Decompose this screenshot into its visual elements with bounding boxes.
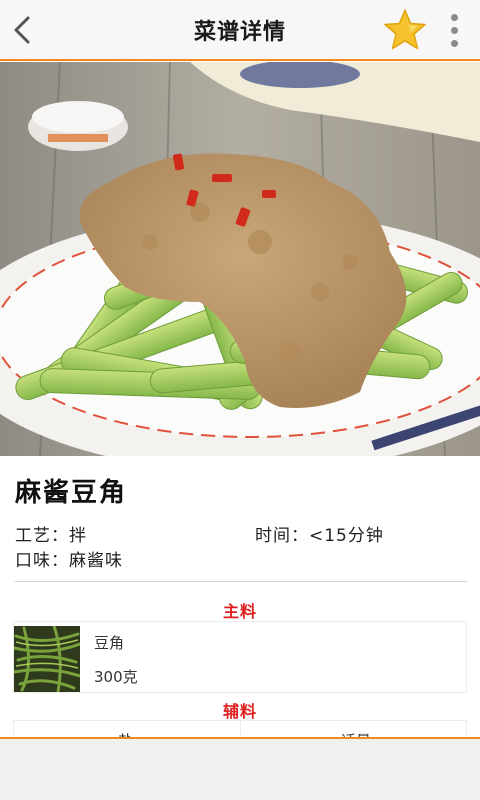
favorite-button[interactable] <box>383 8 427 52</box>
star-icon <box>384 9 426 50</box>
more-vertical-icon <box>451 27 458 34</box>
recipe-photo <box>0 62 480 456</box>
ingredient-thumbnail <box>12 624 82 694</box>
top-app-bar: 菜谱详情 <box>0 0 480 61</box>
divider <box>15 581 467 582</box>
more-options-button[interactable] <box>441 10 469 50</box>
ingredient-amount: 300克 <box>94 668 138 686</box>
ingredient-name: 豆角 <box>94 634 125 652</box>
recipe-time: 时间：<15分钟 <box>255 526 384 546</box>
more-vertical-icon <box>451 14 458 21</box>
main-ingredients-title: 主料 <box>222 602 257 621</box>
recipe-technique: 工艺：拌 <box>15 526 87 546</box>
bottom-bar <box>0 737 480 800</box>
recipe-flavor: 口味：麻酱味 <box>15 551 123 571</box>
ingredient-item[interactable]: 豆角 300克 <box>12 621 467 694</box>
auxiliary-ingredients-title: 辅料 <box>222 702 257 721</box>
more-vertical-icon <box>451 40 458 47</box>
recipe-name: 麻酱豆角 <box>15 478 128 508</box>
